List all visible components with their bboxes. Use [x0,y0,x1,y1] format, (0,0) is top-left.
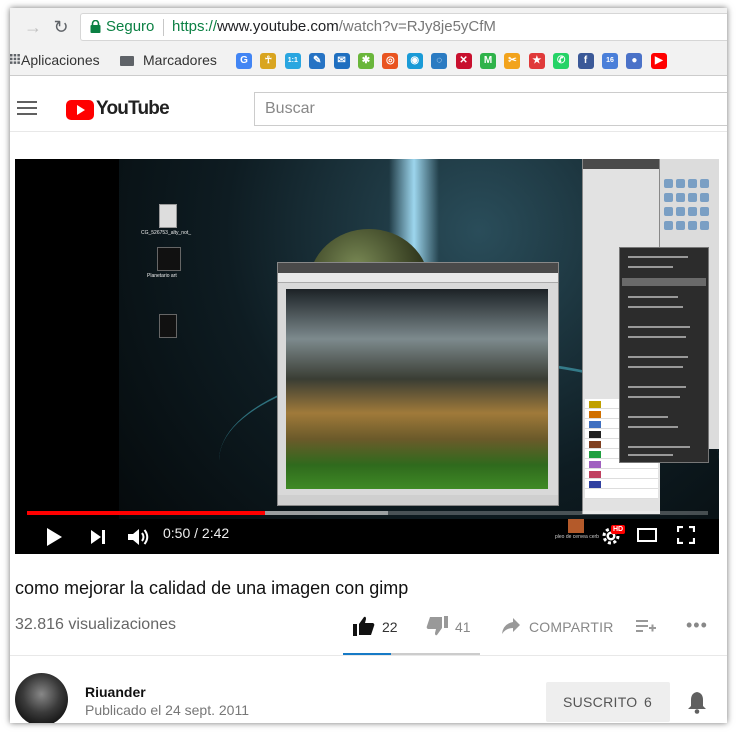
blue-news-icon[interactable]: 1:1 [284,53,301,69]
google-g-icon[interactable]: G [236,53,252,69]
duration: 2:42 [201,525,230,541]
whatsapp-icon[interactable]: ✆ [553,53,570,69]
figure-icon[interactable]: ☥ [260,53,277,69]
share-icon[interactable] [501,617,521,635]
more-actions-icon[interactable]: ••• [686,616,708,634]
desktop-file-icon [159,204,177,228]
omnibox-separator [163,19,164,36]
red-star-icon[interactable]: ★ [528,53,545,69]
subscribe-label: SUSCRITO [563,694,638,710]
publish-date: Publicado el 24 sept. 2011 [85,702,249,718]
youtube-icon[interactable]: ▶ [650,53,667,69]
desktop-caption: Planetario art [147,273,177,279]
channel-avatar[interactable] [15,673,68,723]
gimp-titlebar [278,263,558,273]
blue-edit-icon[interactable]: ✎ [309,53,326,69]
watermark-text: pleo de cervea cerb [555,534,599,540]
add-to-playlist-icon[interactable] [636,618,656,634]
fullscreen-icon[interactable] [677,526,695,544]
volume-icon[interactable] [126,525,150,549]
gimp-statusbar [278,495,558,505]
gimp-context-menu [619,247,709,463]
reload-icon[interactable]: ↻ [50,16,72,38]
play-icon[interactable] [47,528,62,546]
theater-mode-icon[interactable] [637,528,657,542]
green-bug-icon[interactable]: ✱ [358,53,374,69]
folder-icon [120,56,134,66]
blue-circle-icon[interactable]: ◉ [406,53,423,69]
thumbs-down-icon[interactable] [426,616,448,636]
blue-chat-icon[interactable]: ✉ [333,53,350,69]
view-count: 32.816 visualizaciones [15,616,176,633]
address-bar-row: → ↻ Seguro https://www.youtube.com/watch… [10,8,727,46]
current-time: 0:50 [163,525,191,541]
context-menu-highlight [622,278,706,286]
video-watermark: pleo de cervea cerb [555,519,599,540]
lock-icon [90,20,101,33]
gimp-image-window [277,262,559,506]
url-path: /watch?v=RJy8je5yCfM [338,18,496,35]
secure-label: Seguro [106,18,155,35]
youtube-logo-icon[interactable] [66,100,94,120]
time-display: 0:50 / 2:42 [163,525,229,541]
calendar-icon[interactable]: 16 [602,53,618,69]
menu-hamburger-icon[interactable] [17,101,37,115]
account-icon[interactable]: ● [626,53,643,69]
green-m-icon[interactable]: M [480,53,496,69]
url-scheme: https:// [172,18,218,35]
facebook-icon[interactable]: f [577,53,594,69]
search-input[interactable]: Buscar [254,92,727,126]
watermark-image [568,519,584,533]
red-x-icon[interactable]: ✕ [455,53,472,69]
next-icon[interactable] [91,528,105,546]
orange-share-icon[interactable]: ✂ [504,53,521,69]
gimp-layers-titlebar [583,159,660,169]
url-text: https://www.youtube.com/watch?v=RJy8je5y… [172,14,496,40]
forward-icon[interactable]: → [22,16,44,38]
apps-grid-icon[interactable] [10,54,20,64]
youtube-header: YouTube Buscar [10,76,727,132]
blue-swirl-icon[interactable]: ◌ [431,53,448,69]
bookmark-folder-marcadores[interactable]: Marcadores [143,52,217,68]
notification-bell-icon[interactable] [686,690,708,714]
video-player[interactable]: CG_526753_alty_not_ Planetario art 0:50 … [15,159,719,554]
subscribe-button[interactable]: SUSCRITO 6 [546,682,670,722]
youtube-logo-text[interactable]: YouTube [96,98,170,120]
bookmark-apps[interactable]: Aplicaciones [21,52,100,68]
landscape-image [286,289,548,489]
video-title: como mejorar la calidad de una imagen co… [15,578,409,598]
time-separator: / [190,525,202,541]
url-host: www.youtube.com [217,18,339,35]
browser-window: → ↻ Seguro https://www.youtube.com/watch… [10,8,727,723]
channel-name[interactable]: Riuander [85,684,146,700]
desktop-image-icon [157,247,181,271]
dislike-count[interactable]: 41 [455,619,471,635]
share-button[interactable]: COMPARTIR [529,619,614,635]
like-count[interactable]: 22 [382,619,398,635]
omnibox[interactable]: Seguro https://www.youtube.com/watch?v=R… [80,13,727,41]
section-divider [10,655,727,656]
desktop-image-icon [159,314,177,338]
desktop-caption: CG_526753_alty_not_ [141,230,192,236]
thumbs-up-icon[interactable] [353,616,375,636]
hd-badge: HD [611,525,626,534]
subscriber-count: 6 [644,694,653,710]
ubuntu-icon[interactable]: ◎ [382,53,399,69]
gimp-menubar [278,273,558,283]
bookmarks-bar: Aplicaciones Marcadores G ☥ 1:1 ✎ ✉ ✱ ◎ ◉ ◌ ✕ M ✂ ★ ✆… [10,46,727,76]
progress-played[interactable] [27,511,265,515]
video-frame: CG_526753_alty_not_ Planetario art [119,159,719,519]
